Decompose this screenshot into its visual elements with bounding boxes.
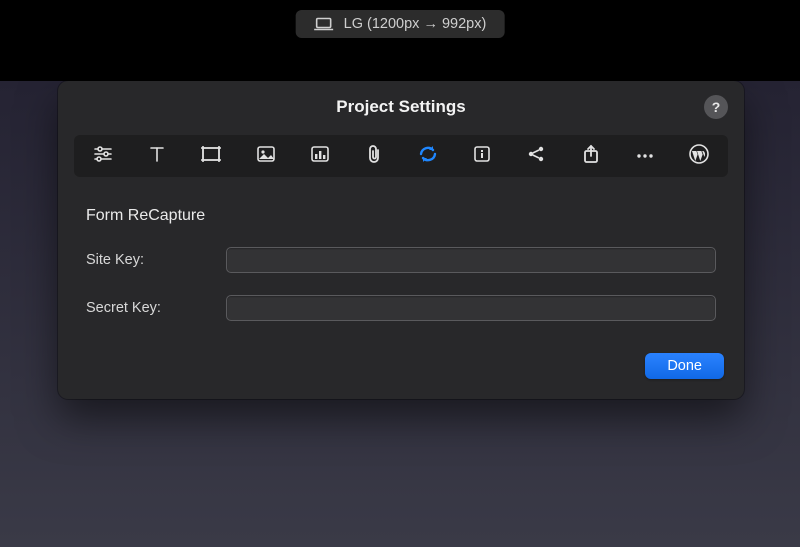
tab-text[interactable] xyxy=(142,143,172,169)
tab-attachment[interactable] xyxy=(359,143,389,169)
breakpoint-indicator[interactable]: LG (1200px → 992px) xyxy=(296,10,505,38)
tab-info[interactable] xyxy=(467,143,497,169)
more-icon xyxy=(635,147,655,165)
tab-wordpress[interactable] xyxy=(684,143,714,169)
secret-key-label: Secret Key: xyxy=(86,300,226,316)
settings-tabbar xyxy=(74,135,728,177)
laptop-icon xyxy=(314,17,334,31)
panel-title: Project Settings xyxy=(58,97,744,117)
form-recapture-icon xyxy=(417,144,439,169)
tab-form-recapture[interactable] xyxy=(413,143,443,169)
project-settings-panel: Project Settings ? xyxy=(58,81,744,399)
done-button-label: Done xyxy=(667,358,702,374)
breakpoint-label: LG (1200px → 992px) xyxy=(344,16,487,32)
text-icon xyxy=(147,145,167,168)
tab-more[interactable] xyxy=(630,143,660,169)
tab-share[interactable] xyxy=(521,143,551,169)
help-icon-label: ? xyxy=(712,99,721,115)
secret-key-row: Secret Key: xyxy=(86,295,716,321)
site-key-row: Site Key: xyxy=(86,247,716,273)
tab-upload[interactable] xyxy=(576,143,606,169)
form-recapture-section: Form ReCapture Site Key: Secret Key: xyxy=(58,177,744,349)
paperclip-icon xyxy=(365,144,383,169)
tab-frame[interactable] xyxy=(196,143,226,169)
section-title: Form ReCapture xyxy=(86,207,716,225)
info-icon xyxy=(473,145,491,168)
site-key-label: Site Key: xyxy=(86,252,226,268)
wordpress-icon xyxy=(689,144,709,169)
done-button[interactable]: Done xyxy=(645,353,724,379)
tab-analytics[interactable] xyxy=(305,143,335,169)
share-icon xyxy=(527,145,545,168)
tab-sliders[interactable] xyxy=(88,143,118,169)
panel-footer: Done xyxy=(58,349,744,383)
analytics-icon xyxy=(310,145,330,168)
panel-header: Project Settings ? xyxy=(58,81,744,129)
site-key-input[interactable] xyxy=(226,247,716,273)
frame-icon xyxy=(200,145,222,168)
upload-icon xyxy=(582,144,600,169)
sliders-icon xyxy=(93,145,113,168)
tab-image[interactable] xyxy=(251,143,281,169)
image-icon xyxy=(256,145,276,168)
help-button[interactable]: ? xyxy=(704,95,728,119)
secret-key-input[interactable] xyxy=(226,295,716,321)
